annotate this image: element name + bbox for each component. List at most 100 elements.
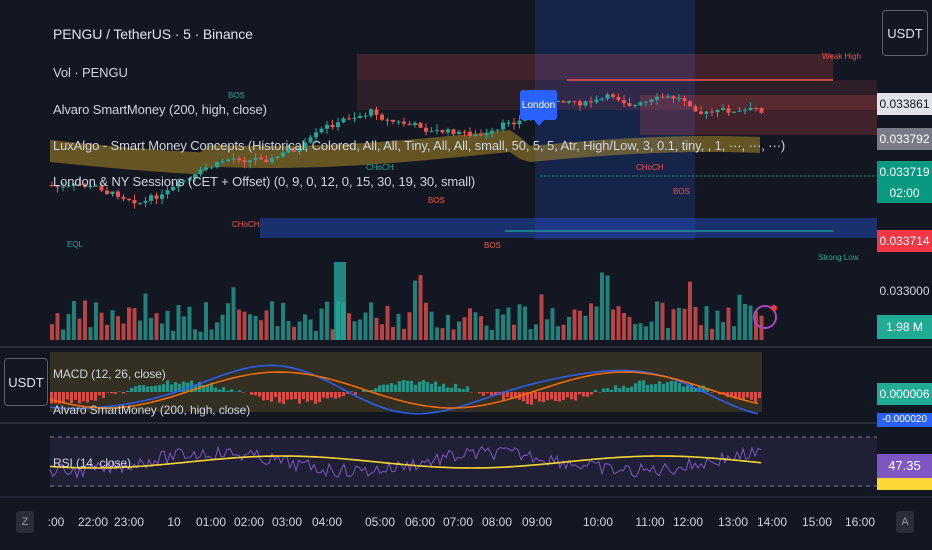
volume-bar <box>473 312 478 340</box>
volume-bar <box>418 275 423 340</box>
indicator-alvaro[interactable]: Alvaro SmartMoney (200, high, close) <box>53 102 267 117</box>
alvaro-legend[interactable]: Alvaro SmartMoney (200, high, close) <box>53 403 250 417</box>
candle <box>484 133 489 136</box>
macd-histogram-bar <box>126 390 129 392</box>
volume-bar <box>726 307 731 340</box>
candle <box>149 195 153 201</box>
volume-bar <box>451 329 456 340</box>
candle <box>677 98 681 100</box>
volume-bar <box>567 316 571 340</box>
candle <box>732 111 736 113</box>
candle <box>644 101 648 103</box>
indicator-volume[interactable]: Vol · PENGU <box>53 65 128 80</box>
macd-histogram-bar <box>342 392 345 397</box>
macd-histogram-bar <box>686 385 689 392</box>
candle <box>660 96 665 98</box>
macd-histogram-bar <box>230 389 233 392</box>
volume-bar <box>275 326 280 340</box>
strong-low-label: Strong Low <box>818 253 859 262</box>
macd-histogram-bar <box>622 385 625 392</box>
candle <box>490 130 494 134</box>
volume-bar <box>171 330 175 340</box>
macd-histogram-bar <box>146 386 149 392</box>
indicator-luxalgo[interactable]: LuxAlgo - Smart Money Concepts (Historic… <box>53 138 785 153</box>
macd-histogram-bar <box>490 392 493 396</box>
candle <box>693 106 698 112</box>
macd-histogram-bar <box>570 392 573 400</box>
volume-label: 1.98 M <box>877 315 932 339</box>
volume-bar <box>259 320 263 340</box>
volume-bar <box>352 321 357 340</box>
macd-histogram-bar <box>326 392 329 399</box>
candle <box>710 111 714 113</box>
macd-histogram-bar <box>130 387 133 392</box>
currency-button[interactable]: USDT <box>4 358 48 406</box>
candle <box>160 194 164 199</box>
candle <box>248 160 252 163</box>
macd-histogram-bar <box>174 382 177 392</box>
weak-high-label: Weak High <box>822 52 861 61</box>
candle <box>600 98 604 100</box>
candle <box>506 122 511 124</box>
volume-bar <box>138 320 142 340</box>
candle <box>319 128 324 133</box>
volume-bar <box>479 316 483 340</box>
volume-bar <box>72 300 76 340</box>
time-tick: 09:00 <box>521 515 553 529</box>
macd-histogram-bar <box>450 387 453 392</box>
macd-histogram-bar <box>438 386 441 392</box>
volume-bar <box>50 324 54 340</box>
macd-histogram-bar <box>602 388 605 392</box>
time-tick: 01:00 <box>195 515 227 529</box>
candle <box>594 99 599 103</box>
volume-bar <box>248 314 252 340</box>
time-tick: 04:00 <box>311 515 343 529</box>
trading-chart[interactable]: PENGU / TetherUS · 5 · Binance Vol · PEN… <box>0 0 932 550</box>
chart-canvas[interactable] <box>0 0 932 550</box>
volume-bar <box>66 314 71 340</box>
volume-bar <box>699 325 703 340</box>
volume-bar <box>220 314 225 340</box>
zoom-reset-button[interactable]: Z <box>16 511 34 533</box>
candle <box>121 196 126 199</box>
candle <box>737 110 742 112</box>
candle <box>495 129 500 131</box>
macd-histogram-bar <box>78 392 81 404</box>
indicator-sessions[interactable]: London & NY Sessions (CET + Offset) (0, … <box>53 174 475 189</box>
volume-bar <box>710 328 714 340</box>
macd-value: 0.000006 <box>877 383 932 405</box>
candle <box>748 107 753 111</box>
candle <box>622 100 626 104</box>
volume-bar <box>132 308 137 340</box>
volume-bar <box>666 328 670 340</box>
candle <box>154 195 159 199</box>
volume-bar <box>435 327 439 340</box>
macd-histogram-bar <box>278 392 281 403</box>
rsi-legend[interactable]: RSI (14, close) <box>53 456 131 470</box>
choch-label: CHoCH <box>232 220 260 229</box>
volume-bar <box>561 324 566 340</box>
volume-bar <box>611 309 615 340</box>
volume-bar <box>88 327 93 340</box>
macd-histogram-bar <box>386 384 389 392</box>
volume-bar <box>424 302 428 340</box>
volume-bar <box>182 316 186 340</box>
candle <box>209 167 214 169</box>
bos-label: BOS <box>428 196 445 205</box>
macd-histogram-bar <box>614 385 617 392</box>
macd-histogram-bar <box>102 392 105 398</box>
volume-bar <box>550 308 555 340</box>
macd-histogram-bar <box>638 380 641 392</box>
demand-zone <box>260 218 877 238</box>
volume-bar <box>572 309 577 340</box>
currency-button[interactable]: USDT <box>882 10 928 56</box>
candle <box>347 118 351 120</box>
auto-scale-button[interactable]: A <box>896 511 914 533</box>
volume-bar <box>116 316 120 340</box>
symbol-title[interactable]: PENGU / TetherUS · 5 · Binance <box>53 26 253 42</box>
macd-histogram-bar <box>238 390 241 392</box>
macd-histogram-bar <box>234 391 237 392</box>
volume-bar <box>462 317 467 340</box>
macd-legend[interactable]: MACD (12, 26, close) <box>53 367 166 381</box>
volume-bar <box>193 329 197 340</box>
